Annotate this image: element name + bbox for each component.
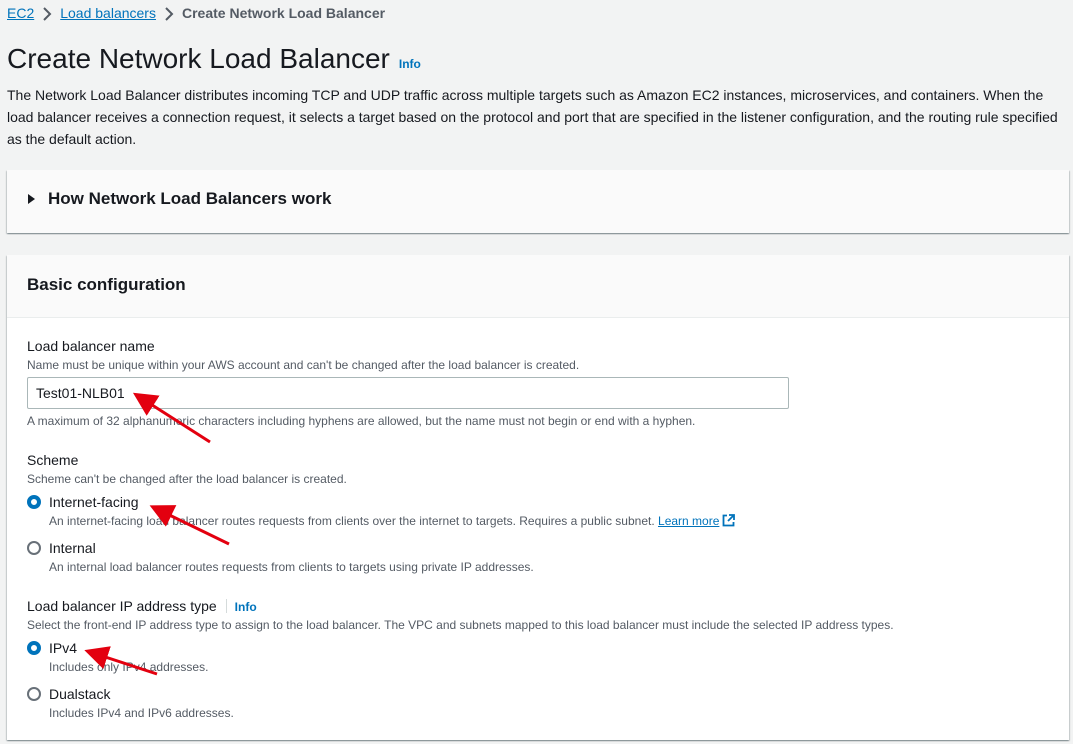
how-it-works-title: How Network Load Balancers work (48, 189, 332, 208)
ip-address-type-description: Select the front-end IP address type to … (27, 618, 894, 632)
scheme-internal-option[interactable]: Internal (27, 540, 96, 556)
scheme-internet-facing-text: An internet-facing load balancer routes … (49, 514, 655, 528)
ip-type-ipv4-description: Includes only IPv4 addresses. (49, 660, 209, 674)
chevron-right-icon (34, 5, 60, 21)
load-balancer-name-description: Name must be unique within your AWS acco… (27, 358, 580, 372)
page-description: The Network Load Balancer distributes in… (7, 87, 1058, 147)
ip-type-ipv4-option[interactable]: IPv4 (27, 640, 77, 656)
info-link[interactable]: Info (399, 57, 421, 71)
ip-address-type-label: Load balancer IP address type (27, 598, 217, 614)
caret-right-icon (28, 194, 35, 204)
ip-type-info-link[interactable]: Info (235, 600, 257, 614)
how-it-works-panel: How Network Load Balancers work (7, 170, 1069, 233)
breadcrumb-ec2-link[interactable]: EC2 (7, 5, 34, 21)
load-balancer-name-constraint: A maximum of 32 alphanumeric characters … (27, 414, 696, 428)
breadcrumb-load-balancers-link[interactable]: Load balancers (60, 5, 156, 21)
scheme-label: Scheme (27, 452, 79, 468)
scheme-internet-facing-label: Internet-facing (49, 494, 139, 510)
scheme-description: Scheme can't be changed after the load b… (27, 472, 347, 486)
ip-address-type-header: Load balancer IP address type Info (27, 598, 257, 614)
load-balancer-name-input[interactable] (27, 377, 789, 409)
page: EC2 Load balancers Create Network Load B… (0, 0, 1073, 744)
chevron-right-icon (156, 5, 182, 21)
ip-type-dualstack-description: Includes IPv4 and IPv6 addresses. (49, 706, 234, 720)
scheme-internal-description: An internal load balancer routes request… (49, 560, 534, 574)
learn-more-link[interactable]: Learn more (658, 514, 719, 528)
ip-type-ipv4-label: IPv4 (49, 640, 78, 656)
scheme-internal-label: Internal (49, 540, 96, 556)
radio-selected-icon[interactable] (27, 495, 41, 509)
radio-selected-icon[interactable] (27, 641, 41, 655)
radio-unselected-icon[interactable] (27, 541, 41, 555)
scheme-internet-facing-description: An internet-facing load balancer routes … (49, 514, 736, 530)
basic-configuration-header: Basic configuration (7, 255, 1069, 318)
radio-unselected-icon[interactable] (27, 687, 41, 701)
load-balancer-name-label: Load balancer name (27, 338, 155, 354)
external-link-icon[interactable] (722, 514, 736, 530)
page-header: Create Network Load Balancer Info (7, 43, 421, 75)
basic-configuration-title: Basic configuration (27, 275, 186, 294)
basic-configuration-panel: Basic configuration Load balancer name N… (7, 255, 1069, 740)
how-it-works-toggle[interactable]: How Network Load Balancers work (28, 189, 331, 209)
breadcrumb: EC2 Load balancers Create Network Load B… (7, 3, 385, 23)
divider (225, 599, 227, 613)
ip-type-dualstack-option[interactable]: Dualstack (27, 686, 110, 702)
breadcrumb-current: Create Network Load Balancer (181, 5, 386, 21)
ip-type-dualstack-label: Dualstack (49, 686, 111, 702)
page-title: Create Network Load Balancer (7, 43, 390, 74)
scheme-internet-facing-option[interactable]: Internet-facing (27, 494, 139, 510)
